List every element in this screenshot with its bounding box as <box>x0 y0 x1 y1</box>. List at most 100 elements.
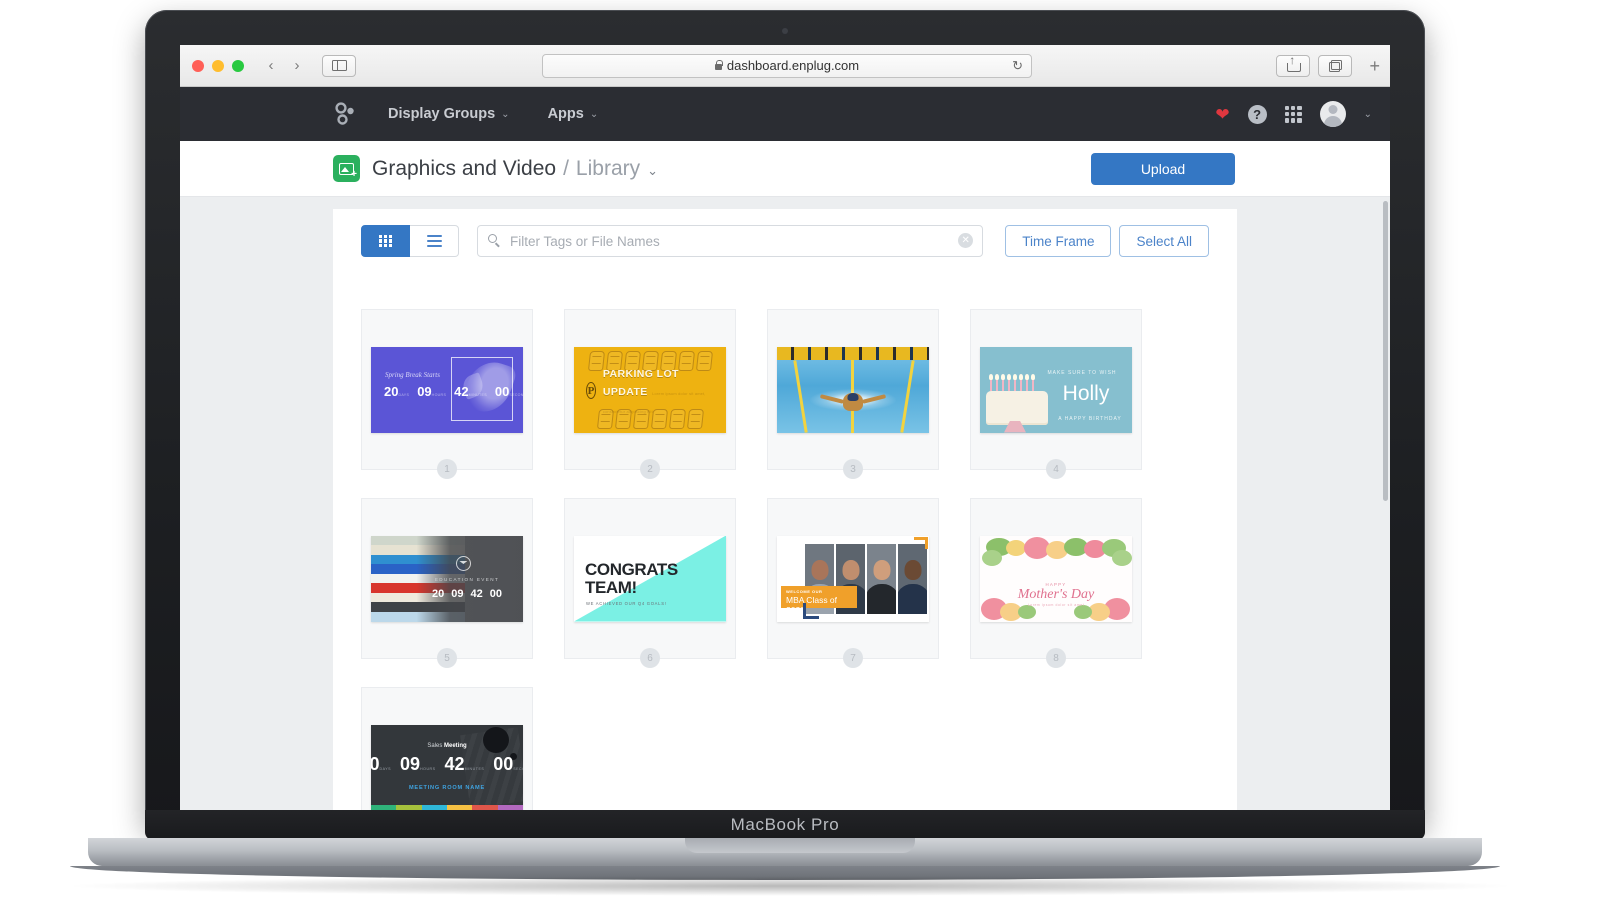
vertical-scrollbar[interactable] <box>1383 201 1388 501</box>
thumb-subtitle: Lorem ipsum dolor sit amet <box>1027 602 1085 607</box>
countdown-value: 09 <box>417 383 432 399</box>
nav-item-display-groups-label: Display Groups <box>388 106 496 122</box>
nav-item-apps[interactable]: Apps ⌄ <box>548 106 599 122</box>
back-button[interactable]: ‹ <box>258 55 284 77</box>
heart-icon[interactable]: ❤ <box>1215 106 1229 123</box>
countdown-label: MINUTES <box>464 766 485 771</box>
plus-icon: + <box>351 169 357 180</box>
floral-decoration <box>1112 549 1132 566</box>
forward-button[interactable]: › <box>284 55 310 77</box>
list-view-button[interactable] <box>410 225 459 257</box>
list-view-icon <box>426 235 442 247</box>
library-item[interactable]: CONGRATS TEAM! WE ACHIEVED OUR Q4 GOALS!… <box>564 498 736 668</box>
laptop-hinge-notch <box>685 838 915 853</box>
app-top-nav: Display Groups ⌄ Apps ⌄ ❤ ? ⌄ <box>180 87 1390 141</box>
nav-item-apps-label: Apps <box>547 106 584 122</box>
webcam-icon <box>782 28 788 34</box>
laptop-bezel-bottom: MacBook Pro <box>145 810 1425 840</box>
thumbnail-preview: CONGRATS TEAM! WE ACHIEVED OUR Q4 GOALS! <box>574 535 726 622</box>
item-index-badge: 2 <box>640 459 660 479</box>
floral-decoration <box>1006 539 1026 556</box>
countdown: 20DAYS 09HOURS 42MINUTES 00SECONDS <box>371 755 523 775</box>
screenshot-root: ‹ › dashboard.enplug.com ↻ + <box>0 0 1600 923</box>
browser-right-buttons <box>1276 54 1352 77</box>
graphics-video-app-icon: + <box>333 155 360 182</box>
page-header: + Graphics and Video / Library ⌄ Upload <box>180 141 1390 197</box>
countdown-value: 20 <box>384 383 399 399</box>
pool-deck-decoration <box>777 346 929 360</box>
cake-icon <box>986 390 1048 425</box>
time-frame-button[interactable]: Time Frame <box>1005 225 1112 257</box>
sidebar-toggle-button[interactable] <box>322 54 356 77</box>
apps-grid-icon[interactable] <box>1284 105 1302 123</box>
mothers-day-text: HAPPY Mother's Day Lorem ipsum dolor sit… <box>980 582 1132 607</box>
library-item[interactable]: HAPPY Mother's Day Lorem ipsum dolor sit… <box>970 498 1142 668</box>
graduation-cap-icon <box>456 555 471 571</box>
parking-banner: P PARKING LOT UPDATE Lorem ipsum dolor s… <box>574 368 726 414</box>
item-index-badge: 6 <box>640 648 660 668</box>
browser-toolbar: ‹ › dashboard.enplug.com ↻ + <box>180 45 1390 87</box>
countdown-label: DAYS <box>379 766 392 771</box>
library-item[interactable]: 3 <box>767 309 939 479</box>
thumbnail-preview: Spring Break Starts 20DAYS 09HOURS 42MIN… <box>371 346 523 433</box>
breadcrumb-current: Library <box>575 156 641 180</box>
countdown-value: 09 <box>400 753 421 774</box>
thumb-line-1: CONGRATS <box>585 559 678 579</box>
chevron-down-icon[interactable]: ⌄ <box>1364 109 1372 120</box>
thumb-line-2: TEAM! <box>585 577 637 597</box>
tab-overview-button[interactable] <box>1318 54 1352 77</box>
library-item[interactable]: Sales Meeting 20DAYS 09HOURS 42MINUTES 0… <box>361 687 533 810</box>
thumb-title-bold: Meeting <box>444 742 467 749</box>
nav-links: Display Groups ⌄ Apps ⌄ <box>388 106 598 122</box>
birthday-text: MAKE SURE TO WISH Holly A HAPPY BIRTHDAY <box>1047 361 1125 425</box>
countdown-value: 42 <box>470 587 483 600</box>
address-bar[interactable]: dashboard.enplug.com ↻ <box>542 53 1032 78</box>
search-field-wrapper: ✕ <box>477 225 984 257</box>
search-input[interactable] <box>477 225 984 257</box>
library-item[interactable]: WELCOME OUR MBA Class of 2020 7 <box>767 498 939 668</box>
maximize-window-button[interactable] <box>232 59 244 72</box>
thumbnail-preview: WELCOME OUR MBA Class of 2020 <box>777 535 929 622</box>
chevron-down-icon[interactable]: ⌄ <box>647 163 658 179</box>
reload-icon[interactable]: ↻ <box>1012 58 1023 74</box>
share-button[interactable] <box>1276 54 1310 77</box>
select-all-button[interactable]: Select All <box>1119 225 1209 257</box>
thumbnail-preview <box>777 346 929 433</box>
new-tab-overview-icon <box>1328 59 1342 72</box>
help-icon[interactable]: ? <box>1247 104 1267 124</box>
countdown-value: 00 <box>493 753 514 774</box>
view-toggle <box>361 225 459 257</box>
countdown-value: 42 <box>444 753 465 774</box>
countdown: 20 09 42 00 <box>421 588 513 600</box>
nav-item-display-groups[interactable]: Display Groups ⌄ <box>388 106 510 122</box>
avatar[interactable] <box>1319 101 1346 127</box>
page-title: Graphics and Video <box>372 156 557 180</box>
sidebar-toggle-icon <box>331 59 347 72</box>
chevron-down-icon: ⌄ <box>501 108 510 120</box>
corner-bracket-decoration <box>803 602 819 619</box>
library-item[interactable]: EDUCATION EVENT 20 09 42 00 5 <box>361 498 533 668</box>
parking-p-icon: P <box>586 382 596 399</box>
close-window-button[interactable] <box>192 59 204 72</box>
thumbnail-preview: HAPPY Mother's Day Lorem ipsum dolor sit… <box>980 535 1132 622</box>
grid-view-button[interactable] <box>361 225 410 257</box>
enplug-logo-icon[interactable] <box>332 100 360 128</box>
thumb-title: Spring Break Starts <box>385 370 440 379</box>
item-index-badge: 7 <box>843 648 863 668</box>
countdown-label: HOURS <box>420 766 436 771</box>
thumb-title: Sales Meeting <box>371 743 523 749</box>
library-item[interactable]: MAKE SURE TO WISH Holly A HAPPY BIRTHDAY… <box>970 309 1142 479</box>
countdown-value: 09 <box>451 587 464 600</box>
circle-decoration <box>483 726 509 753</box>
library-item[interactable]: Spring Break Starts 20DAYS 09HOURS 42MIN… <box>361 309 533 479</box>
lane-line <box>900 359 915 433</box>
library-item[interactable]: P PARKING LOT UPDATE Lorem ipsum dolor s… <box>564 309 736 479</box>
window-controls <box>192 59 244 72</box>
upload-button[interactable]: Upload <box>1091 152 1235 185</box>
minimize-window-button[interactable] <box>212 59 224 72</box>
new-tab-button[interactable]: + <box>1369 57 1380 75</box>
thumb-line-1: MAKE SURE TO WISH <box>1047 369 1117 376</box>
breadcrumb[interactable]: Graphics and Video / Library ⌄ <box>372 157 658 181</box>
thumbnail-preview: EDUCATION EVENT 20 09 42 00 <box>371 535 523 622</box>
nav-right-icons: ❤ ? ⌄ <box>1215 101 1372 127</box>
